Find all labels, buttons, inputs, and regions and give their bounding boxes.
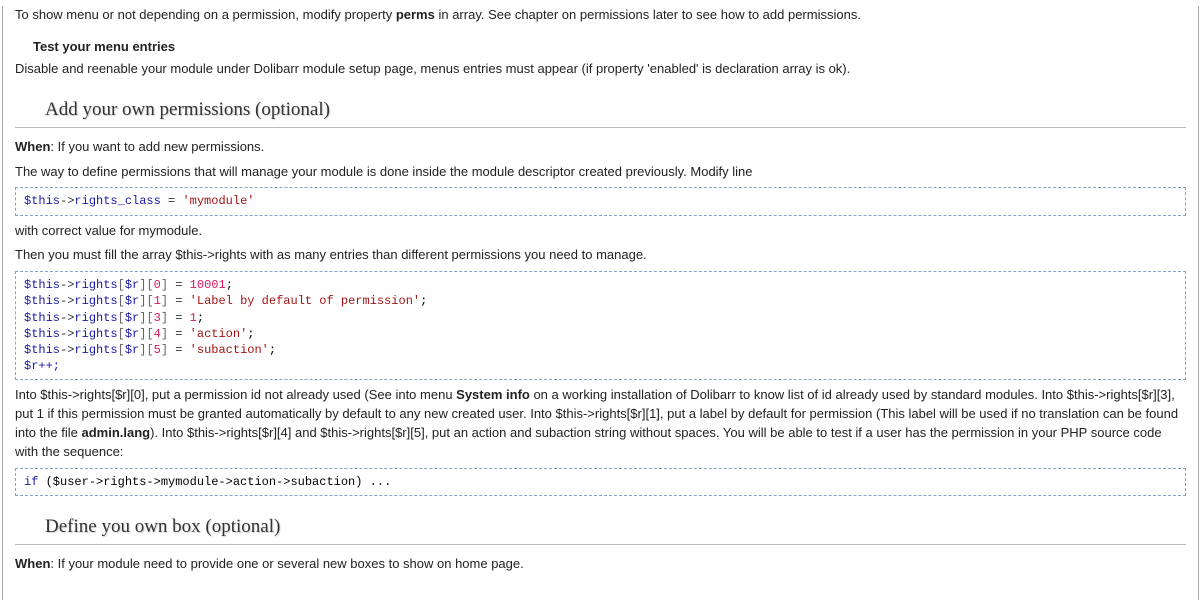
permissions-heading: Add your own permissions (optional) <box>45 99 1186 123</box>
intro-pre: To show menu or not depending on a permi… <box>15 7 396 22</box>
box-when-text: : If your module need to provide one or … <box>50 556 523 571</box>
box-when-label: When <box>15 556 50 571</box>
perms-word: perms <box>396 7 435 22</box>
rights-explain: Into $this->rights[$r][0], put a permiss… <box>15 386 1186 461</box>
code-var: $this <box>24 194 60 208</box>
perms-when-line: When: If you want to add new permissions… <box>15 138 1186 157</box>
code-prop: rights_class <box>74 194 160 208</box>
perms-desc: The way to define permissions that will … <box>15 163 1186 182</box>
explain-t1: Into $this->rights[$r][0], put a permiss… <box>15 387 456 402</box>
fill-array-text: Then you must fill the array $this->righ… <box>15 246 1186 265</box>
test-menu-body: Disable and reenable your module under D… <box>15 60 1186 79</box>
code-kw: if <box>24 475 38 489</box>
after-code1: with correct value for mymodule. <box>15 222 1186 241</box>
section-divider-2 <box>15 544 1186 545</box>
section-divider <box>15 127 1186 128</box>
intro-post: in array. See chapter on permissions lat… <box>435 7 861 22</box>
box-when-line: When: If your module need to provide one… <box>15 555 1186 574</box>
code-body: ($user->rights->mymodule->action->subact… <box>38 475 391 489</box>
code-rights-array: $this->rights[$r][0] = 10001; $this->rig… <box>15 271 1186 380</box>
box-heading: Define you own box (optional) <box>45 516 1186 540</box>
code-rights-class: $this->rights_class = 'mymodule' <box>15 187 1186 215</box>
code-if-rights: if ($user->rights->mymodule->action->sub… <box>15 468 1186 496</box>
code-str: 'mymodule' <box>182 194 254 208</box>
test-menu-heading: Test your menu entries <box>33 39 1186 54</box>
page-container: To show menu or not depending on a permi… <box>2 6 1199 600</box>
admin-lang-label: admin.lang <box>82 425 151 440</box>
explain-t3: ). Into $this->rights[$r][4] and $this->… <box>15 425 1162 459</box>
system-info-label: System info <box>456 387 530 402</box>
when-text: : If you want to add new permissions. <box>50 139 264 154</box>
intro-perms-sentence: To show menu or not depending on a permi… <box>15 6 1186 25</box>
when-label: When <box>15 139 50 154</box>
